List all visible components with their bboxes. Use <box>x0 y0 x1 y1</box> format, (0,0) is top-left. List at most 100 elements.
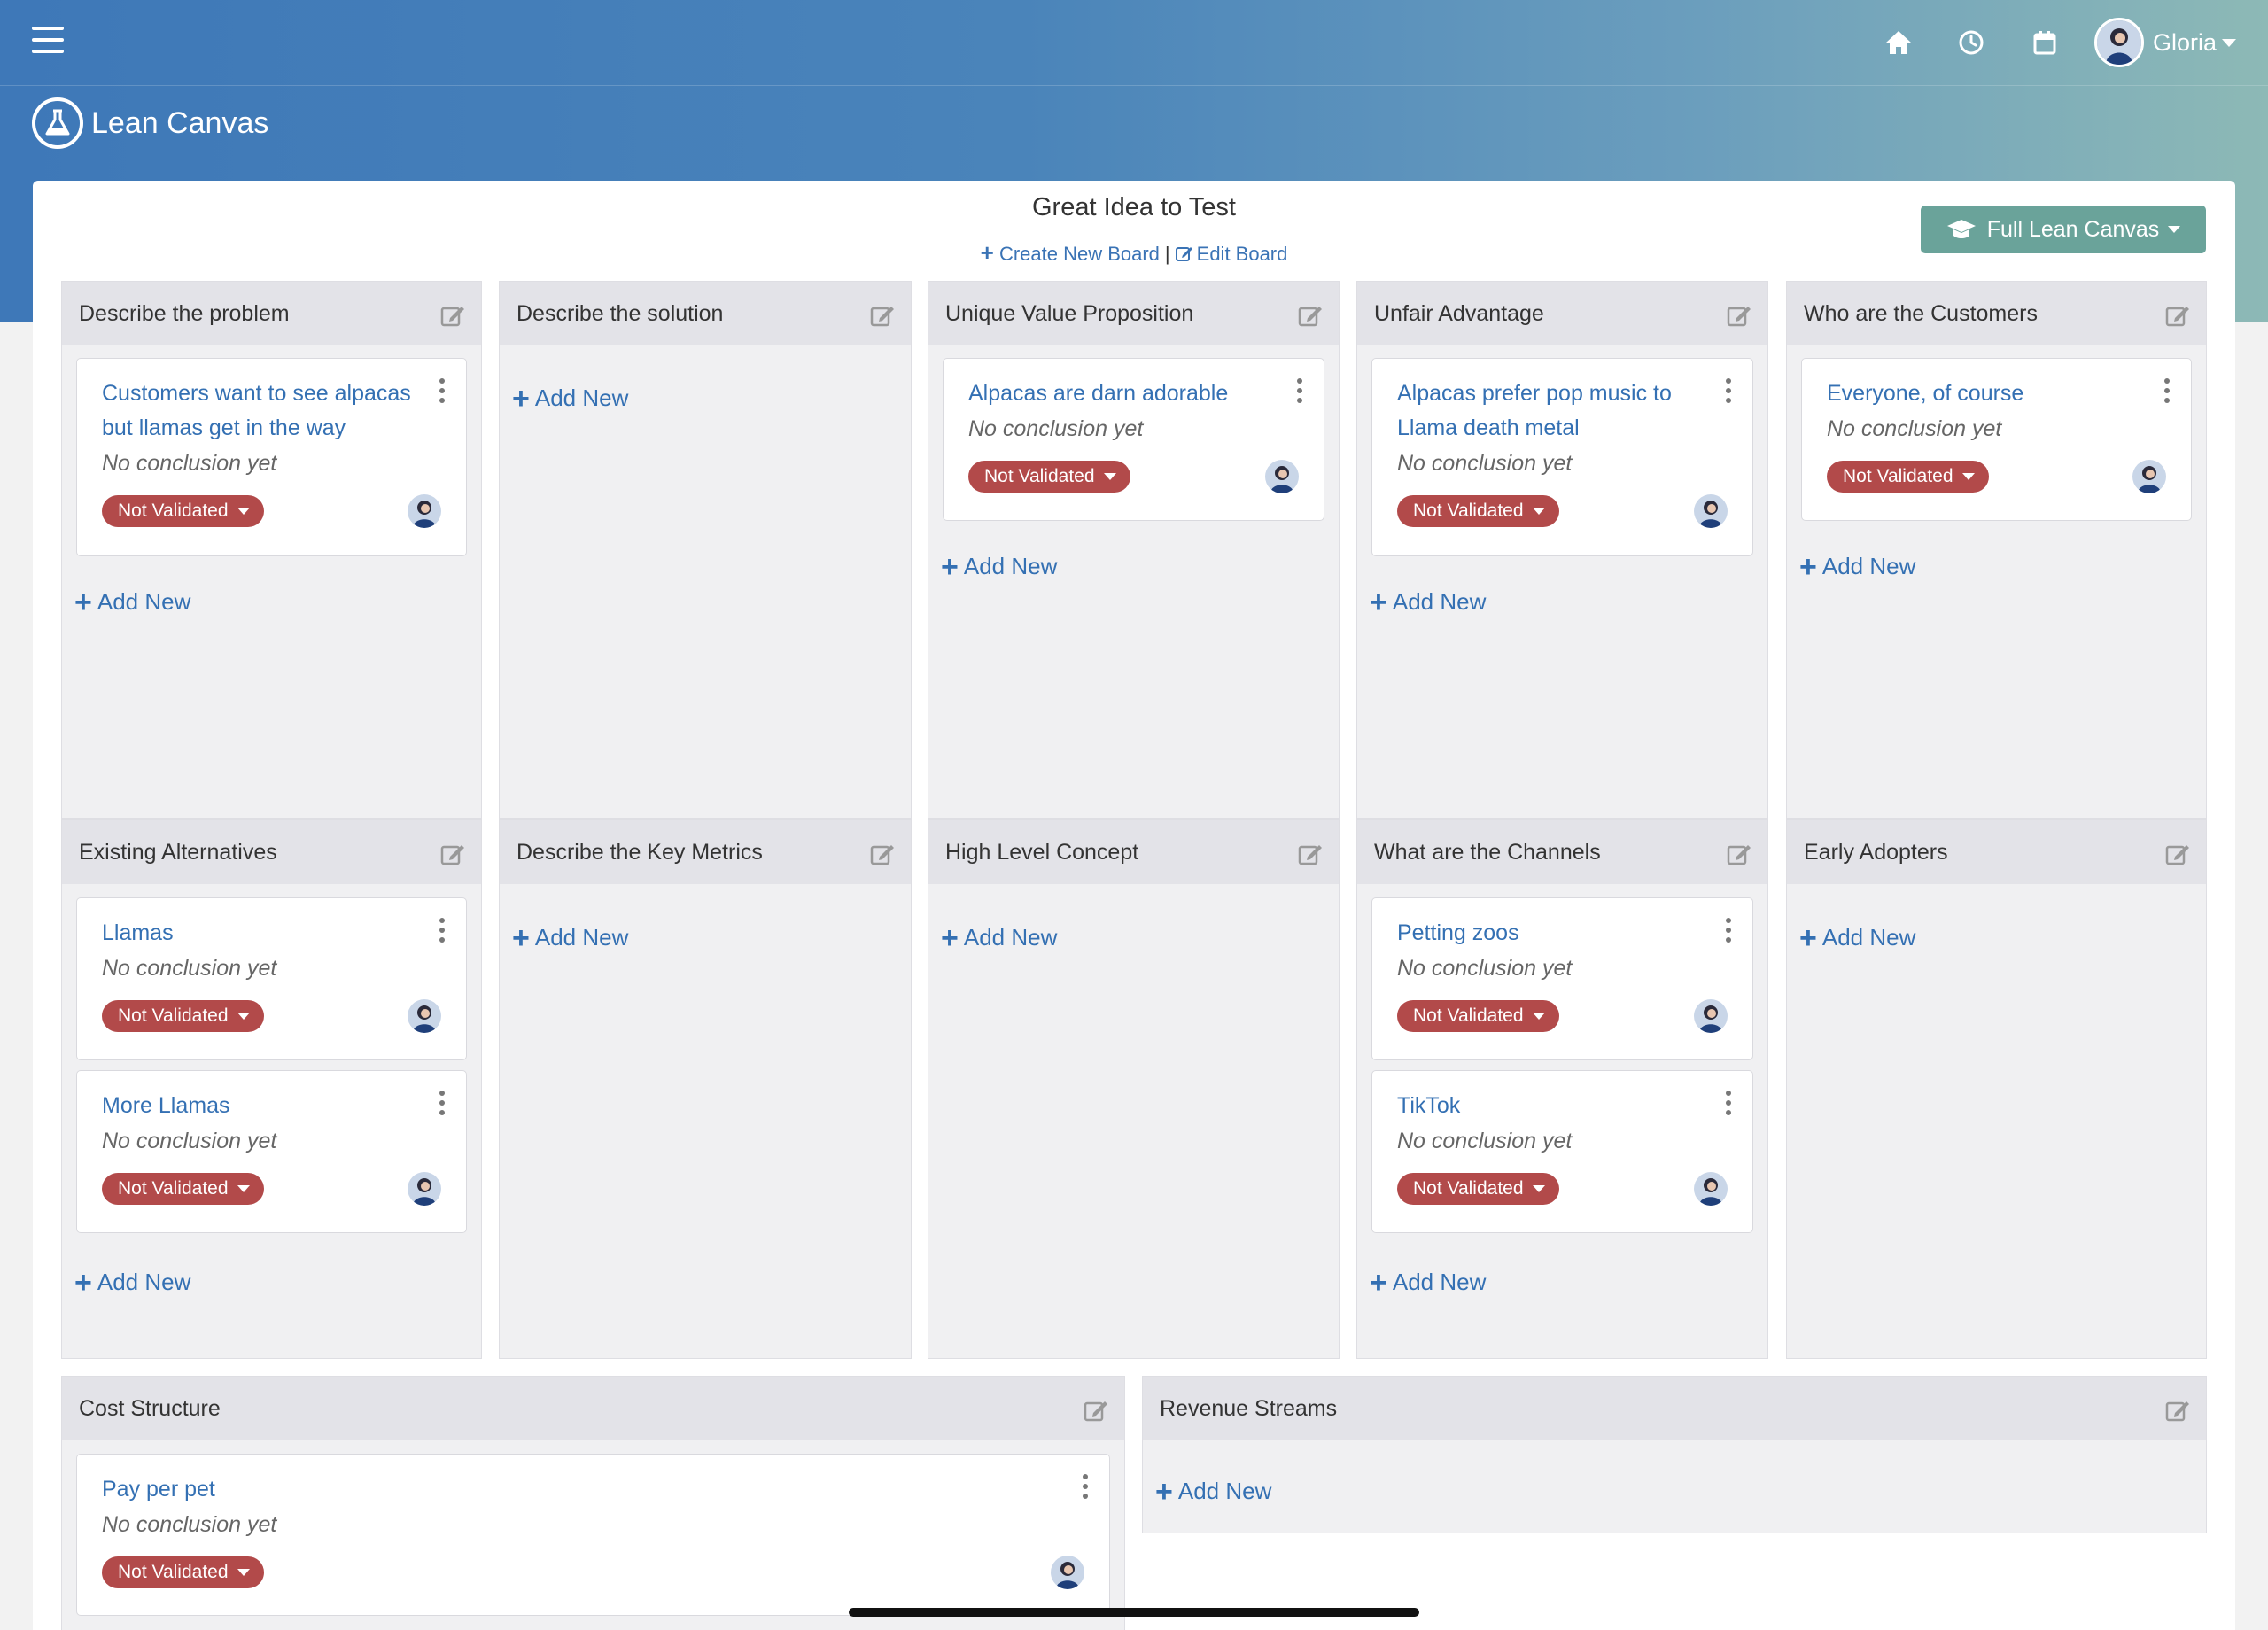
column-describe-the-problem: Describe the problem Customers want to se… <box>61 281 482 819</box>
add-new-button[interactable]: + Add New <box>1799 552 1916 582</box>
add-new-button[interactable]: + Add New <box>1799 923 1915 953</box>
home-icon[interactable] <box>1881 25 1916 60</box>
add-new-button[interactable]: + Add New <box>74 585 190 619</box>
add-new-button[interactable]: + Add New <box>1155 1477 1272 1507</box>
column-header: High Level Concept <box>928 820 1339 884</box>
more-options-icon[interactable] <box>1297 378 1304 405</box>
user-menu[interactable]: Gloria <box>2094 18 2237 67</box>
status-badge[interactable]: Not Validated <box>1397 1000 1559 1032</box>
status-badge[interactable]: Not Validated <box>102 1556 264 1588</box>
card: Alpacas prefer pop music to Llama death … <box>1371 358 1753 556</box>
edit-icon[interactable] <box>440 303 465 328</box>
card-title[interactable]: Llamas <box>102 916 427 951</box>
status-label: Not Validated <box>984 466 1095 486</box>
column-what-are-the-channels: What are the Channels Petting zoos No conc… <box>1356 819 1768 1359</box>
add-new-label: Add New <box>963 924 1058 951</box>
status-badge[interactable]: Not Validated <box>102 1173 264 1205</box>
column-title: Who are the Customers <box>1804 301 2038 326</box>
column-header: Unique Value Proposition <box>928 282 1339 345</box>
flask-icon <box>32 97 83 149</box>
card-title[interactable]: TikTok <box>1397 1089 1713 1123</box>
card-conclusion: No conclusion yet <box>102 1512 277 1537</box>
full-lean-canvas-button[interactable]: Full Lean Canvas <box>1921 206 2206 253</box>
column-high-level-concept: High Level Concept + Add New <box>928 819 1340 1359</box>
card-title[interactable]: Everyone, of course <box>1827 376 2152 411</box>
edit-icon[interactable] <box>870 303 895 328</box>
edit-icon[interactable] <box>2165 842 2190 866</box>
edit-icon[interactable] <box>2165 303 2190 328</box>
status-badge[interactable]: Not Validated <box>1397 1173 1559 1205</box>
status-badge[interactable]: Not Validated <box>1397 495 1559 527</box>
add-new-button[interactable]: + Add New <box>1370 1265 1486 1300</box>
status-badge[interactable]: Not Validated <box>102 1000 264 1032</box>
column-who-are-the-customers: Who are the Customers Everyone, of course… <box>1786 281 2207 819</box>
add-new-label: Add New <box>1177 1478 1272 1504</box>
card-title[interactable]: Petting zoos <box>1397 916 1713 951</box>
status-badge[interactable]: Not Validated <box>1827 461 1989 493</box>
clock-icon[interactable] <box>1953 25 1989 60</box>
chevron-down-icon <box>1532 508 1545 515</box>
column-title: Early Adopters <box>1804 840 1948 865</box>
card: Petting zoos No conclusion yet Not Validat… <box>1371 897 1753 1060</box>
more-options-icon[interactable] <box>439 378 447 405</box>
add-new-button[interactable]: + Add New <box>74 1265 191 1300</box>
chevron-down-icon <box>237 1013 250 1020</box>
column-unique-value-proposition: Unique Value Proposition Alpacas are darn… <box>928 281 1340 819</box>
add-new-label: Add New <box>97 1269 191 1295</box>
column-title: Existing Alternatives <box>79 840 277 865</box>
plus-icon: + <box>74 585 92 619</box>
status-label: Not Validated <box>1413 1178 1524 1199</box>
more-options-icon[interactable] <box>1083 1474 1090 1501</box>
add-new-button[interactable]: + Add New <box>941 549 1058 584</box>
add-new-label: Add New <box>1821 553 1916 579</box>
calendar-icon[interactable] <box>2027 25 2062 60</box>
more-options-icon[interactable] <box>1726 1091 1733 1117</box>
more-options-icon[interactable] <box>439 1091 447 1117</box>
status-badge[interactable]: Not Validated <box>102 495 264 527</box>
plus-icon: + <box>1370 1265 1387 1300</box>
column-title: Unique Value Proposition <box>945 301 1194 326</box>
avatar <box>1694 1172 1728 1206</box>
add-new-label: Add New <box>963 553 1058 579</box>
add-new-button[interactable]: + Add New <box>512 384 628 414</box>
column-header: Describe the solution <box>500 282 911 345</box>
edit-icon[interactable] <box>870 842 895 866</box>
card-title[interactable]: Pay per pet <box>102 1472 1070 1507</box>
add-new-button[interactable]: + Add New <box>941 923 1058 953</box>
more-options-icon[interactable] <box>1726 378 1733 405</box>
edit-icon[interactable] <box>1298 303 1323 328</box>
avatar <box>2132 460 2166 493</box>
hamburger-menu-icon[interactable] <box>32 27 64 53</box>
more-options-icon[interactable] <box>2164 378 2171 405</box>
edit-icon[interactable] <box>1727 303 1751 328</box>
edit-board-link[interactable]: Edit Board <box>1175 243 1287 265</box>
avatar <box>1694 494 1728 528</box>
edit-icon[interactable] <box>2165 1398 2190 1423</box>
card-title[interactable]: Alpacas are darn adorable <box>968 376 1285 411</box>
edit-icon[interactable] <box>440 842 465 866</box>
full-lean-canvas-label: Full Lean Canvas <box>1986 216 2160 242</box>
column-title: Describe the solution <box>517 301 724 326</box>
card-conclusion: No conclusion yet <box>1397 1129 1573 1153</box>
column-header: Who are the Customers <box>1787 282 2206 345</box>
status-label: Not Validated <box>1843 466 1953 486</box>
column-header: Describe the Key Metrics <box>500 820 911 884</box>
plus-icon: + <box>74 1265 92 1300</box>
create-new-board-label: Create New Board <box>998 243 1160 265</box>
more-options-icon[interactable] <box>439 918 447 944</box>
status-badge[interactable]: Not Validated <box>968 461 1130 493</box>
add-new-button[interactable]: + Add New <box>512 923 628 953</box>
card-title[interactable]: Alpacas prefer pop music to Llama death … <box>1397 376 1713 446</box>
create-new-board-link[interactable]: + Create New Board <box>981 239 1160 266</box>
card-title[interactable]: More Llamas <box>102 1089 427 1123</box>
edit-icon[interactable] <box>1298 842 1323 866</box>
home-indicator <box>849 1608 1419 1617</box>
card-title[interactable]: Customers want to see alpacas but llamas… <box>102 376 427 446</box>
more-options-icon[interactable] <box>1726 918 1733 944</box>
avatar <box>1694 999 1728 1033</box>
add-new-button[interactable]: + Add New <box>1370 587 1486 617</box>
edit-icon[interactable] <box>1727 842 1751 866</box>
edit-icon[interactable] <box>1084 1398 1108 1423</box>
card-conclusion: No conclusion yet <box>968 416 1144 441</box>
plus-icon: + <box>941 549 959 584</box>
